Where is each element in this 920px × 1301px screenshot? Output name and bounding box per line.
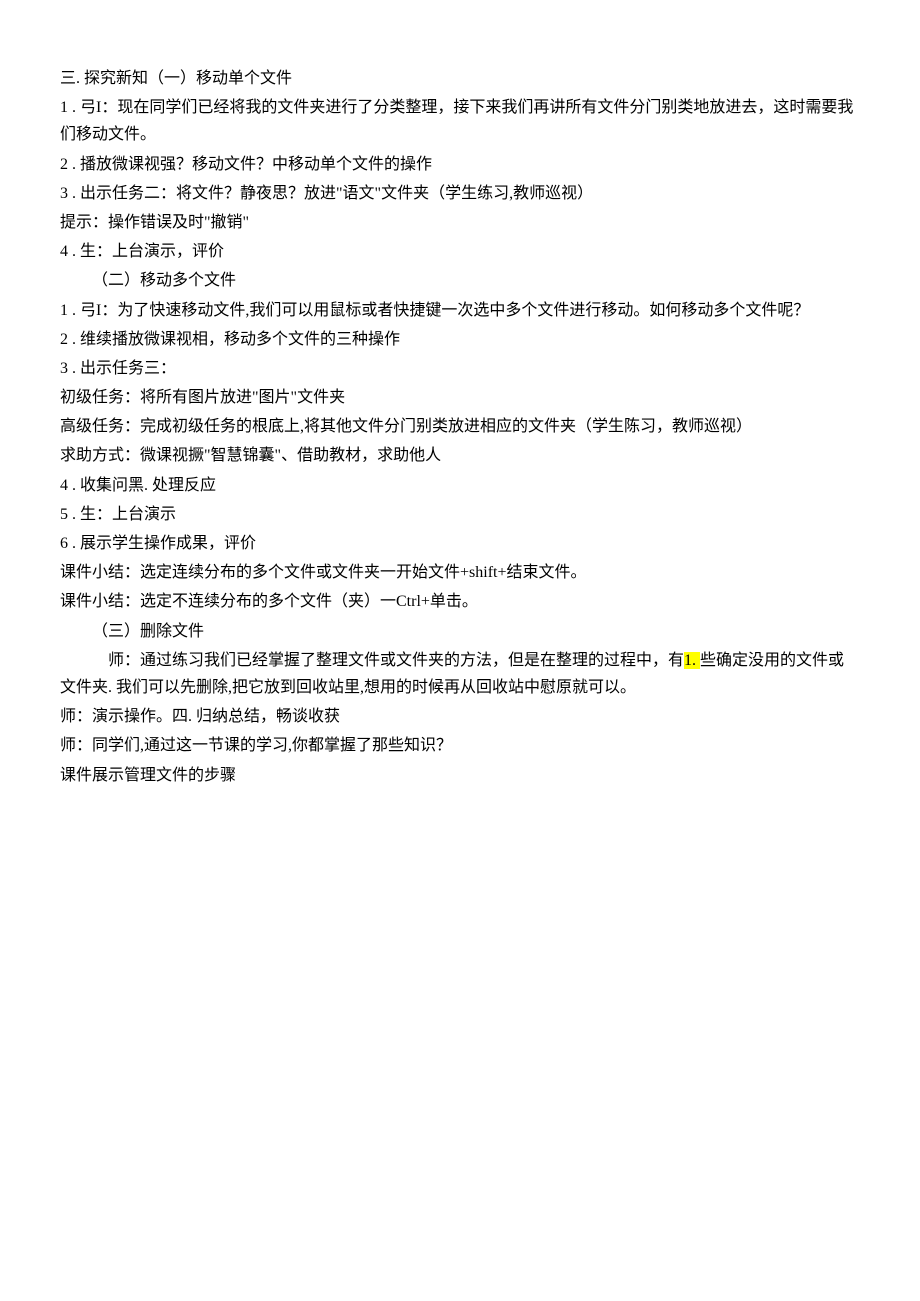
text-line: （二）移动多个文件 bbox=[60, 267, 860, 294]
text-line: 师：通过练习我们已经掌握了整理文件或文件夹的方法，但是在整理的过程中，有1. 些… bbox=[60, 647, 860, 701]
text-line: 2 . 播放微课视强？移动文件？中移动单个文件的操作 bbox=[60, 151, 860, 178]
text-line: 5 . 生：上台演示 bbox=[60, 501, 860, 528]
text-line: 提示：操作错误及时"撤销" bbox=[60, 209, 860, 236]
text-span: 师：通过练习我们已经掌握了整理文件或文件夹的方法，但是在整理的过程中，有 bbox=[108, 652, 684, 669]
text-line: 求助方式：微课视撅"智慧锦囊"、借助教材，求助他人 bbox=[60, 442, 860, 469]
text-line: 师：演示操作。四. 归纳总结，畅谈收获 bbox=[60, 703, 860, 730]
text-line: 6 . 展示学生操作成果，评价 bbox=[60, 530, 860, 557]
text-line: 初级任务：将所有图片放进"图片"文件夹 bbox=[60, 384, 860, 411]
text-line: 三. 探究新知（一）移动单个文件 bbox=[60, 65, 860, 92]
text-line: 3 . 出示任务三： bbox=[60, 355, 860, 382]
text-line: 课件展示管理文件的步骤 bbox=[60, 762, 860, 789]
text-line: 高级任务：完成初级任务的根底上,将其他文件分门别类放进相应的文件夹（学生陈习，教… bbox=[60, 413, 860, 440]
text-line: 课件小结：选定连续分布的多个文件或文件夹一开始文件+shift+结束文件。 bbox=[60, 559, 860, 586]
text-line: 3 . 出示任务二：将文件？静夜思？放进"语文"文件夹（学生练习,教师巡视） bbox=[60, 180, 860, 207]
text-line: 2 . 维续播放微课视相，移动多个文件的三种操作 bbox=[60, 326, 860, 353]
text-line: 4 . 收集问黑. 处理反应 bbox=[60, 472, 860, 499]
document-content: 三. 探究新知（一）移动单个文件 1 . 弓I：现在同学们已经将我的文件夹进行了… bbox=[60, 65, 860, 789]
text-line: （三）删除文件 bbox=[60, 618, 860, 645]
text-line: 课件小结：选定不连续分布的多个文件（夹）一Ctrl+单击。 bbox=[60, 588, 860, 615]
text-line: 1 . 弓I：现在同学们已经将我的文件夹进行了分类整理，接下来我们再讲所有文件分… bbox=[60, 94, 860, 148]
highlighted-text: 1. bbox=[684, 652, 700, 669]
text-line: 师：同学们,通过这一节课的学习,你都掌握了那些知识？ bbox=[60, 732, 860, 759]
text-line: 4 . 生：上台演示，评价 bbox=[60, 238, 860, 265]
text-line: 1 . 弓I：为了快速移动文件,我们可以用鼠标或者快捷键一次选中多个文件进行移动… bbox=[60, 297, 860, 324]
